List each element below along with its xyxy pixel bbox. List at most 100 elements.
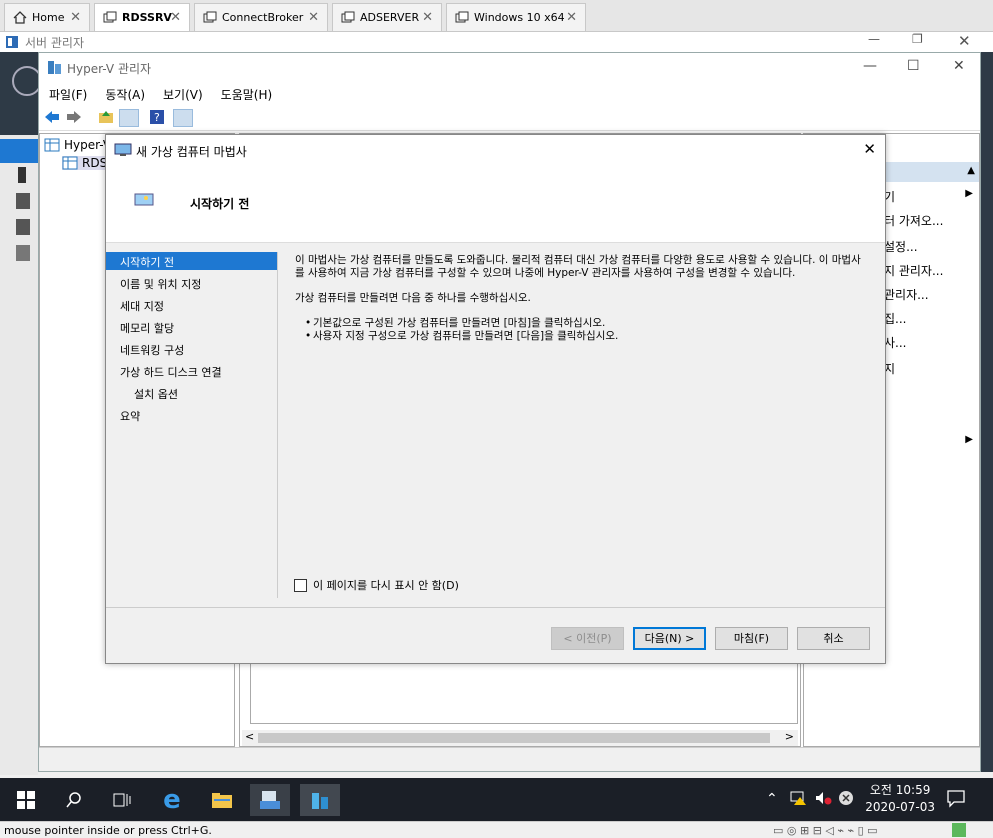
step-memory[interactable]: 메모리 할당 (106, 318, 277, 336)
step-name-location[interactable]: 이름 및 위치 지정 (106, 274, 277, 292)
hyperv-titlebar: Hyper-V 관리자 — ☐ ✕ (39, 53, 980, 83)
menu-action[interactable]: 동작(A) (105, 83, 145, 105)
vm-icon (203, 11, 217, 24)
scroll-left-icon[interactable]: < (245, 730, 254, 743)
wizard-icon (114, 143, 132, 160)
scroll-right-icon[interactable]: > (785, 730, 794, 743)
tab-connectbroker[interactable]: ConnectBroker ✕ (194, 3, 328, 31)
option-list: 기본값으로 구성된 가상 컴퓨터를 만들려면 [마침]을 클릭하십시오. 사용자… (305, 317, 865, 343)
minimize-button[interactable]: — (868, 32, 880, 46)
action-item[interactable]: 사... (884, 334, 906, 351)
step-networking[interactable]: 네트워킹 구성 (106, 340, 277, 358)
hyperv-icon (47, 59, 63, 78)
tab-home[interactable]: Home ✕ (4, 3, 90, 31)
server-manager-titlebar: 서버 관리자 — ❐ ✕ (0, 32, 993, 52)
submenu-arrow-icon: ▶ (965, 434, 973, 445)
hyperv-role-icon[interactable] (16, 245, 30, 261)
clock-time: 오전 10:59 (869, 783, 931, 797)
close-icon[interactable]: ✕ (170, 10, 181, 25)
action-center-icon[interactable] (946, 788, 966, 811)
taskbar: e ⌃ 오전 10:59 2020-07-03 (0, 778, 993, 821)
show-hide-console-tree-icon[interactable] (119, 109, 139, 127)
server-manager-nav-rail (0, 135, 38, 775)
restore-button[interactable]: ❐ (912, 32, 923, 46)
forward-icon[interactable] (65, 109, 85, 127)
menu-file[interactable]: 파일(F) (49, 83, 87, 105)
local-server-icon[interactable] (18, 167, 26, 183)
wizard-title: 새 가상 컴퓨터 마법사 (136, 145, 247, 159)
tab-rdssrv[interactable]: RDSSRV ✕ (94, 3, 190, 31)
tab-adserver[interactable]: ADSERVER ✕ (332, 3, 442, 31)
action-item[interactable]: 지 관리자... (884, 262, 943, 279)
clock[interactable]: 오전 10:59 2020-07-03 (865, 782, 935, 816)
step-install-options[interactable]: 설치 옵션 (106, 384, 277, 402)
previous-button[interactable]: < 이전(P) (551, 627, 624, 650)
close-icon[interactable]: ✕ (422, 10, 433, 25)
show-hide-action-pane-icon[interactable] (173, 109, 193, 127)
close-button[interactable]: ✕ (863, 140, 876, 158)
notification-x-icon[interactable] (838, 790, 854, 809)
up-folder-icon[interactable] (97, 109, 117, 127)
step-before-you-begin[interactable]: 시작하기 전 (106, 252, 277, 270)
back-icon[interactable] (43, 109, 63, 127)
menu-help[interactable]: 도움말(H) (221, 83, 273, 105)
server-manager-icon (5, 35, 19, 52)
wizard-header: 시작하기 전 (106, 165, 885, 243)
close-button[interactable]: ✕ (958, 32, 971, 50)
minimize-button[interactable]: — (863, 58, 877, 74)
search-icon[interactable] (54, 784, 94, 816)
show-hidden-icons-icon[interactable]: ⌃ (766, 791, 778, 807)
tab-label: ConnectBroker (222, 11, 304, 24)
collapse-icon[interactable]: ▲ (967, 165, 975, 176)
tab-windows10[interactable]: Windows 10 x64 ✕ (446, 3, 586, 31)
maximize-button[interactable]: ☐ (907, 58, 920, 74)
checkbox[interactable] (294, 578, 307, 592)
file-explorer-icon[interactable] (202, 784, 242, 816)
server-manager-taskbar-icon[interactable] (250, 784, 290, 816)
close-button[interactable]: ✕ (953, 58, 965, 74)
do-not-show-checkbox[interactable]: 이 페이지를 다시 표시 안 함(D) (294, 577, 459, 593)
file-services-icon[interactable] (16, 219, 30, 235)
cancel-button[interactable]: 취소 (797, 627, 870, 650)
all-servers-icon[interactable] (16, 193, 30, 209)
action-item[interactable]: 집... (884, 310, 906, 327)
action-item[interactable]: 설정... (884, 238, 918, 255)
menu-view[interactable]: 보기(V) (163, 83, 203, 105)
message-icon[interactable] (952, 823, 966, 837)
vm-icon (455, 11, 469, 24)
action-item[interactable]: 관리자... (884, 286, 929, 303)
page-icon (134, 193, 154, 210)
status-hint: mouse pointer inside or press Ctrl+G. (4, 824, 212, 837)
wizard-titlebar: 새 가상 컴퓨터 마법사 ✕ (106, 135, 885, 165)
vm-tab-bar: Home ✕ RDSSRV ✕ ConnectBroker ✕ ADSERVER… (0, 0, 993, 32)
page-title: 시작하기 전 (190, 197, 250, 211)
action-item[interactable]: 터 가져오... (884, 212, 943, 229)
vm-icon (341, 11, 355, 24)
step-virtual-disk[interactable]: 가상 하드 디스크 연결 (106, 362, 277, 380)
vm-status-bar: mouse pointer inside or press Ctrl+G. ▭ … (0, 821, 993, 838)
dashboard-icon[interactable] (0, 139, 38, 163)
volume-muted-icon[interactable] (814, 790, 832, 809)
help-icon[interactable]: ? (149, 109, 169, 127)
tab-label: RDSSRV (122, 11, 172, 24)
step-generation[interactable]: 세대 지정 (106, 296, 277, 314)
start-windows-icon[interactable] (6, 784, 46, 816)
hyperv-manager-taskbar-icon[interactable] (300, 784, 340, 816)
close-icon[interactable]: ✕ (70, 10, 81, 25)
internet-explorer-icon[interactable]: e (152, 784, 192, 816)
close-icon[interactable]: ✕ (308, 10, 319, 25)
wizard-content: 이 마법사는 가상 컴퓨터를 만들도록 도와줍니다. 물리적 컴퓨터 대신 가상… (295, 254, 865, 343)
close-icon[interactable]: ✕ (566, 10, 577, 25)
intro-text: 이 마법사는 가상 컴퓨터를 만들도록 도와줍니다. 물리적 컴퓨터 대신 가상… (295, 254, 861, 279)
task-view-icon[interactable] (102, 784, 142, 816)
next-button[interactable]: 다음(N) > (633, 627, 706, 650)
tab-label: ADSERVER (360, 11, 420, 24)
tree-server-node[interactable]: RDS (62, 156, 112, 170)
horizontal-scrollbar[interactable]: < > (242, 730, 798, 746)
tree-root[interactable]: Hyper-V (44, 138, 111, 152)
scrollbar-thumb[interactable] (258, 733, 770, 743)
device-icons[interactable]: ▭ ◎ ⊞ ⊟ ◁ ⌁ ⌁ ▯ ▭ (773, 824, 878, 837)
network-warning-icon[interactable] (790, 790, 808, 809)
step-summary[interactable]: 요약 (106, 406, 277, 424)
finish-button[interactable]: 마침(F) (715, 627, 788, 650)
